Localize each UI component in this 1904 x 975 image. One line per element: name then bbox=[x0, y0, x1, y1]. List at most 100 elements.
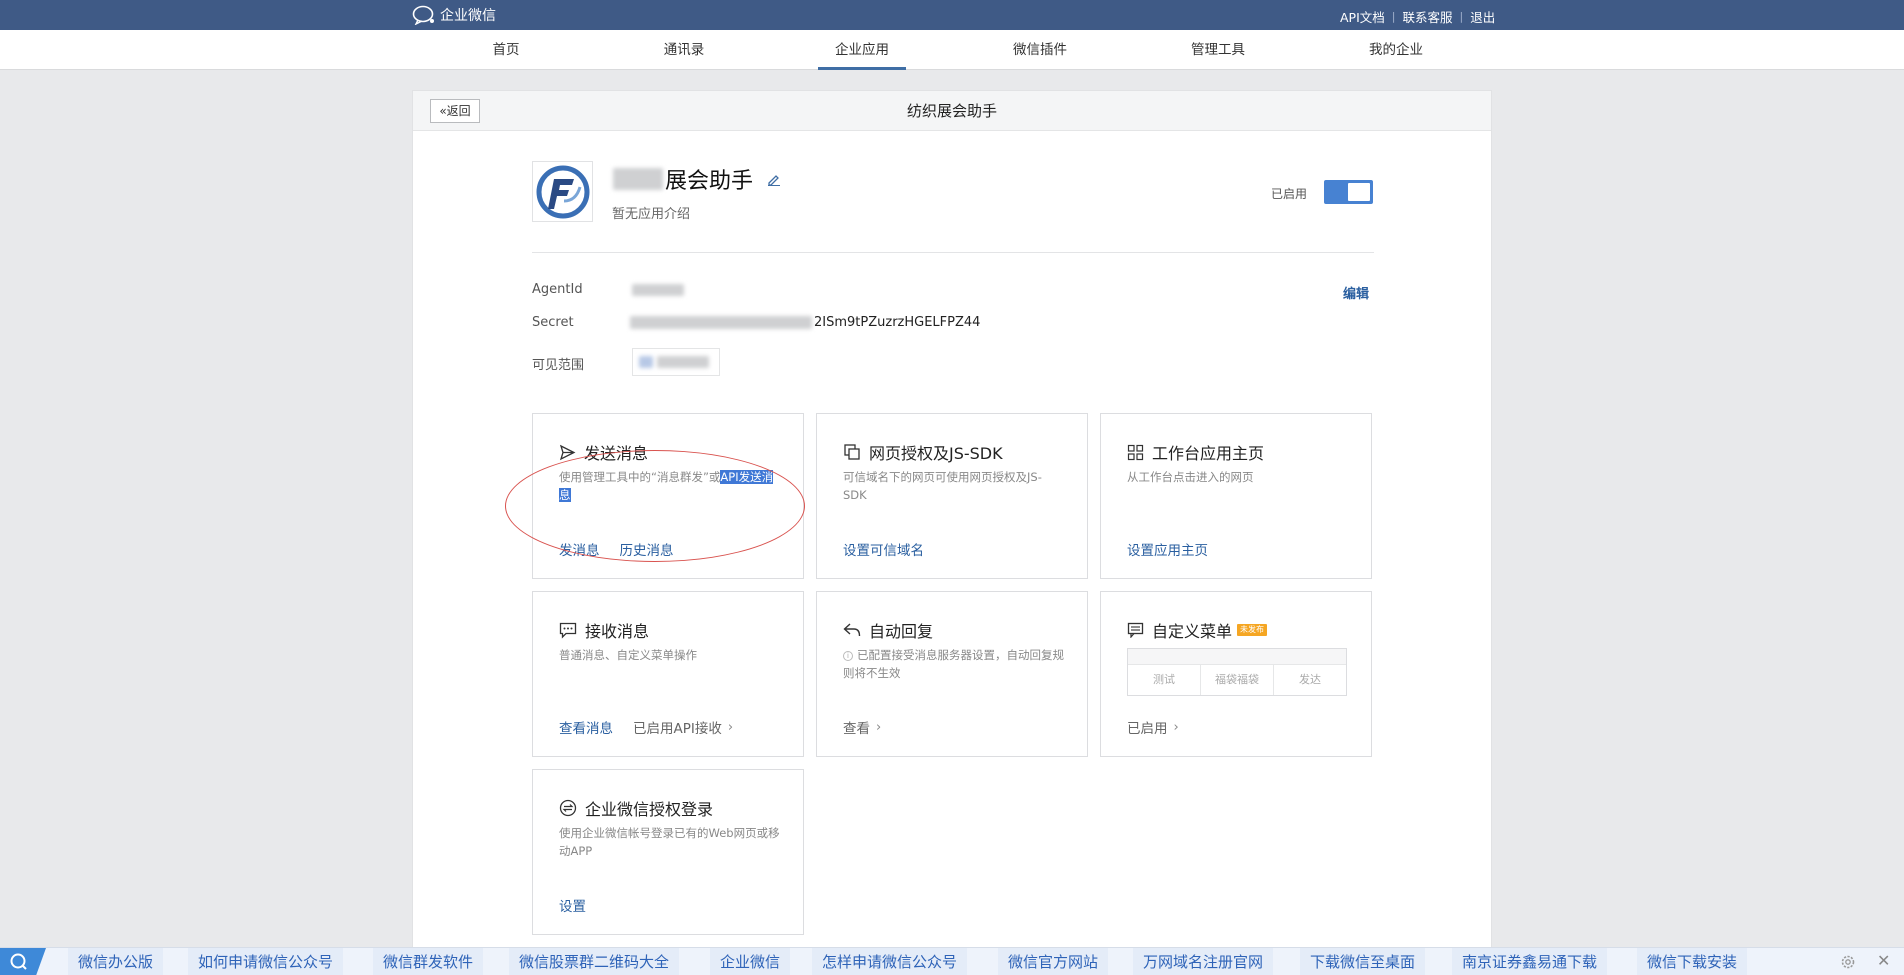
redacted-text bbox=[657, 356, 709, 368]
feature-title: 接收消息 bbox=[559, 618, 649, 642]
edit-link[interactable]: 编辑 bbox=[1343, 283, 1369, 302]
suggestion-link[interactable]: 微信股票群二维码大全 bbox=[509, 948, 680, 975]
feature-actions: 发消息 历史消息 bbox=[559, 539, 694, 559]
web-auth-icon bbox=[844, 444, 860, 460]
sso-settings-link[interactable]: 设置 bbox=[559, 895, 586, 915]
suggestion-link[interactable]: 微信办公版 bbox=[68, 948, 164, 975]
search-button[interactable] bbox=[0, 948, 46, 975]
brand-logo[interactable]: 企业微信 bbox=[412, 4, 496, 26]
set-app-homepage-link[interactable]: 设置应用主页 bbox=[1127, 539, 1208, 559]
feature-title-text: 发送消息 bbox=[584, 444, 649, 463]
nav-my-enterprise[interactable]: 我的企业 bbox=[1352, 30, 1440, 70]
desc-text: 使用管理工具中的“消息群发”或 bbox=[559, 470, 721, 484]
brand-name: 企业微信 bbox=[440, 8, 496, 24]
suggestion-link[interactable]: 如何申请微信公众号 bbox=[188, 948, 344, 975]
gear-icon[interactable] bbox=[1840, 954, 1856, 970]
set-trusted-domain-link[interactable]: 设置可信域名 bbox=[843, 539, 924, 559]
suggestion-link[interactable]: 南京证券鑫易通下载 bbox=[1452, 948, 1608, 975]
feature-title-text: 网页授权及JS-SDK bbox=[869, 444, 1003, 463]
agentid-label: AgentId bbox=[532, 282, 583, 297]
app-detail-panel: «返回 纺织展会助手 展会助手 暂无应用介绍 已启用 AgentId 编辑 Se… bbox=[412, 90, 1492, 975]
api-receive-status[interactable]: 已启用API接收 › bbox=[633, 717, 734, 738]
suggestion-link[interactable]: 微信下载安装 bbox=[1637, 948, 1748, 975]
app-status-label: 已启用 bbox=[1271, 187, 1308, 201]
menu-preview-item: 发达 bbox=[1299, 673, 1321, 686]
app-description: 暂无应用介绍 bbox=[612, 207, 691, 222]
feature-workbench-home: 工作台应用主页 从工作台点击进入的网页 设置应用主页 bbox=[1100, 413, 1372, 579]
feature-actions: 查看消息 已启用API接收 › bbox=[559, 717, 734, 738]
menu-enabled-link[interactable]: 已启用 › bbox=[1127, 717, 1179, 738]
feature-web-auth-jssdk: 网页授权及JS-SDK 可信域名下的网页可使用网页授权及JS-SDK 设置可信域… bbox=[816, 413, 1088, 579]
menu-list-icon bbox=[1127, 622, 1144, 638]
suggestion-link[interactable]: 企业微信 bbox=[710, 948, 791, 975]
menu-preview-item: 测试 bbox=[1128, 665, 1201, 695]
nav-wechat-plugin[interactable]: 微信插件 bbox=[996, 30, 1084, 70]
top-bar: 企业微信 API文档 | 联系客服 | 退出 bbox=[0, 0, 1904, 30]
app-enable-toggle[interactable] bbox=[1324, 180, 1373, 204]
enabled-label: 已启用 bbox=[1127, 721, 1168, 737]
suggestion-link[interactable]: 微信官方网站 bbox=[998, 948, 1109, 975]
chevron-right-icon: › bbox=[876, 719, 882, 735]
view-auto-reply-link[interactable]: 查看 › bbox=[843, 717, 882, 738]
feature-title: 自动回复 bbox=[843, 618, 933, 642]
feature-title-text: 自定义菜单 bbox=[1152, 622, 1233, 641]
app-logo[interactable] bbox=[532, 161, 593, 222]
feature-description: i 已配置接受消息服务器设置，自动回复规则将不生效 bbox=[843, 646, 1065, 682]
history-messages-link[interactable]: 历史消息 bbox=[620, 539, 674, 559]
feature-description: 可信域名下的网页可使用网页授权及JS-SDK bbox=[843, 470, 1042, 502]
nav-admin-tools[interactable]: 管理工具 bbox=[1174, 30, 1262, 70]
agentid-value bbox=[632, 284, 684, 296]
visible-scope-value[interactable] bbox=[632, 348, 720, 376]
suggestion-link[interactable]: 微信群发软件 bbox=[373, 948, 484, 975]
feature-actions: 查看 › bbox=[843, 717, 882, 738]
api-receive-label: 已启用API接收 bbox=[633, 721, 722, 737]
feature-actions: 设置 bbox=[559, 895, 606, 915]
feature-send-message: 发送消息 使用管理工具中的“消息群发”或API发送消息 发消息 历史消息 bbox=[532, 413, 804, 579]
feature-actions: 设置应用主页 bbox=[1127, 539, 1228, 559]
nav-contacts[interactable]: 通讯录 bbox=[640, 30, 728, 70]
feature-receive-message: 接收消息 普通消息、自定义菜单操作 查看消息 已启用API接收 › bbox=[532, 591, 804, 757]
redacted-icon bbox=[639, 356, 653, 368]
chevron-right-icon: › bbox=[727, 719, 734, 735]
feature-actions: 已启用 › bbox=[1127, 717, 1179, 738]
redacted-text bbox=[613, 168, 663, 190]
menu-preview: 测试 福袋福袋 发达 bbox=[1127, 648, 1347, 696]
feature-title: 企业微信授权登录 bbox=[559, 796, 713, 820]
redacted-text bbox=[632, 284, 684, 296]
view-label: 查看 bbox=[843, 721, 870, 737]
feature-actions: 设置可信域名 bbox=[843, 539, 944, 559]
secret-value: 2ISm9tPZuzrzHGELFPZ44 bbox=[630, 315, 980, 330]
feature-title: 工作台应用主页 bbox=[1127, 440, 1264, 464]
feature-description: 从工作台点击进入的网页 bbox=[1127, 470, 1254, 484]
search-icon bbox=[10, 953, 27, 970]
nav-enterprise-apps[interactable]: 企业应用 bbox=[818, 30, 906, 70]
suggestion-link[interactable]: 万网域名注册官网 bbox=[1133, 948, 1274, 975]
api-docs-link[interactable]: API文档 bbox=[1340, 7, 1385, 26]
contact-support-link[interactable]: 联系客服 bbox=[1403, 7, 1453, 26]
feature-custom-menu: 自定义菜单 未发布 测试 福袋福袋 发达 已启用 › bbox=[1100, 591, 1372, 757]
chat-bubble-icon bbox=[559, 622, 577, 639]
logout-link[interactable]: 退出 bbox=[1470, 7, 1495, 26]
toggle-knob bbox=[1348, 183, 1370, 201]
close-icon[interactable]: ✕ bbox=[1877, 951, 1890, 970]
suggestion-link[interactable]: 下载微信至桌面 bbox=[1300, 948, 1426, 975]
feature-title-text: 接收消息 bbox=[585, 622, 650, 641]
view-messages-link[interactable]: 查看消息 bbox=[559, 717, 613, 737]
feature-description: 使用企业微信帐号登录已有的Web网页或移动APP bbox=[559, 826, 780, 858]
edit-pencil-icon[interactable] bbox=[767, 172, 781, 186]
suggestion-link[interactable]: 怎样申请微信公众号 bbox=[812, 948, 968, 975]
reply-arrow-icon bbox=[843, 623, 861, 637]
app-name-text: 展会助手 bbox=[665, 169, 754, 194]
top-links: API文档 | 联系客服 | 退出 bbox=[1340, 7, 1495, 26]
feature-title: 网页授权及JS-SDK bbox=[843, 440, 1003, 464]
send-message-link[interactable]: 发消息 bbox=[559, 539, 600, 559]
link-separator: | bbox=[1459, 10, 1464, 23]
feature-description: 使用管理工具中的“消息群发”或API发送消息 bbox=[559, 468, 781, 504]
secret-suffix: 2ISm9tPZuzrzHGELFPZ44 bbox=[814, 315, 981, 330]
page-title: 纺织展会助手 bbox=[906, 102, 997, 120]
nav-home[interactable]: 首页 bbox=[462, 30, 550, 70]
feature-wecom-sso: 企业微信授权登录 使用企业微信帐号登录已有的Web网页或移动APP 设置 bbox=[532, 769, 804, 935]
chevron-right-icon: › bbox=[1173, 719, 1179, 735]
menu-preview-items: 测试 福袋福袋 发达 bbox=[1128, 665, 1346, 695]
feature-title: 自定义菜单 未发布 bbox=[1127, 618, 1268, 642]
